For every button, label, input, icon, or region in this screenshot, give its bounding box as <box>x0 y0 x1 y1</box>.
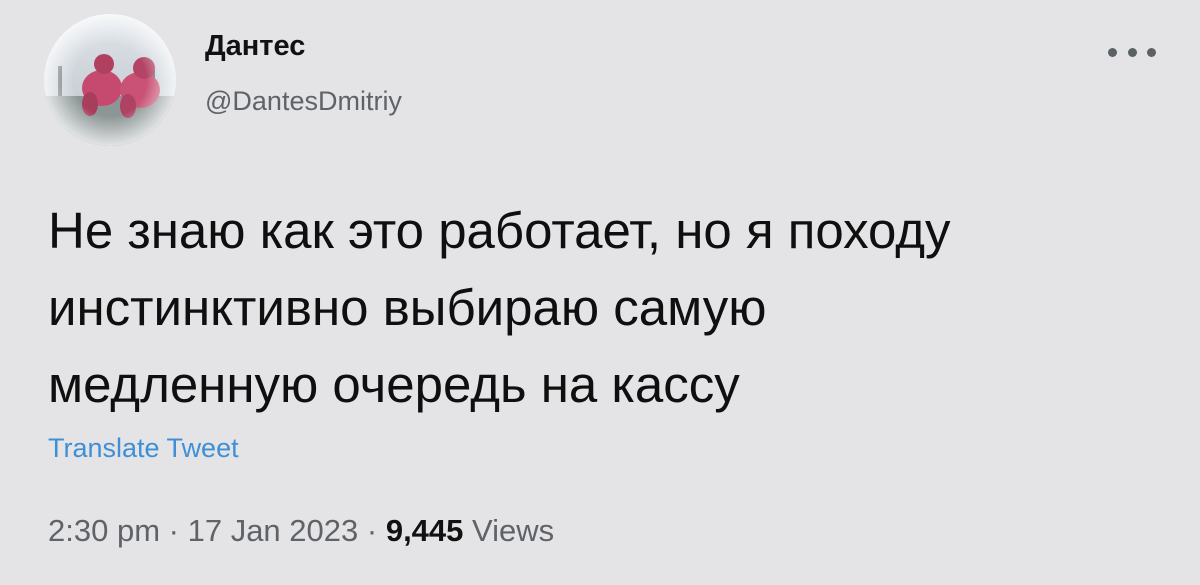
tweet-text: Не знаю как это работает, но я походу ин… <box>48 192 1168 423</box>
views-label: Views <box>472 513 555 548</box>
tweet-meta: 2:30 pm · 17 Jan 2023 · 9,445 Views <box>48 513 554 549</box>
user-handle[interactable]: @DantesDmitriy <box>205 86 402 117</box>
meta-separator: · <box>168 513 179 548</box>
avatar[interactable] <box>44 14 176 146</box>
more-dot <box>1147 47 1156 57</box>
tweet-card: Дантес @DantesDmitriy Не знаю как это ра… <box>0 0 1200 585</box>
tweet-date[interactable]: 17 Jan 2023 <box>188 513 359 548</box>
avatar-photo-icon <box>44 14 176 146</box>
views-count: 9,445 <box>385 513 464 548</box>
tweet-text-line: инстинктивно выбираю самую <box>48 279 767 336</box>
tweet-time[interactable]: 2:30 pm <box>48 513 160 548</box>
more-dot <box>1127 47 1137 57</box>
more-dot <box>1108 47 1117 57</box>
tweet-text-line: медленную очередь на кассу <box>48 356 740 413</box>
tweet-text-line: Не знаю как это работает, но я походу <box>48 202 951 259</box>
display-name[interactable]: Дантес <box>205 30 305 63</box>
more-options-icon[interactable] <box>1108 40 1156 64</box>
meta-separator: · <box>366 513 378 548</box>
translate-tweet-link[interactable]: Translate Tweet <box>48 433 239 464</box>
